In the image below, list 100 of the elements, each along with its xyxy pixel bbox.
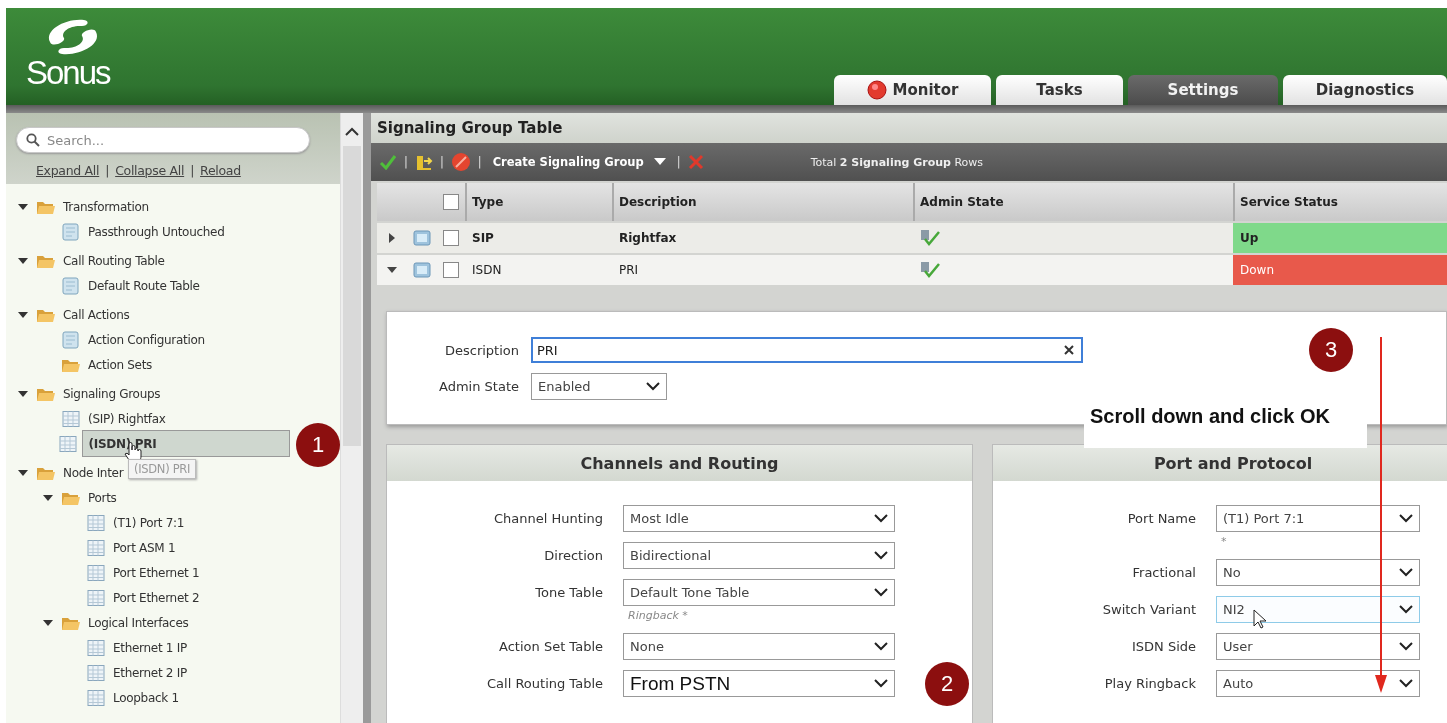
link[interactable]: Collapse All bbox=[115, 163, 185, 178]
dropdown[interactable]: Bidirectional bbox=[623, 542, 895, 569]
table-icon bbox=[61, 409, 81, 428]
tree-item[interactable]: Port ASM 1 bbox=[110, 539, 179, 556]
field-label: Port Name bbox=[1126, 510, 1196, 528]
dropdown[interactable]: Default Tone Table bbox=[623, 579, 895, 606]
checkbox[interactable] bbox=[443, 194, 459, 210]
text-field[interactable]: PRI bbox=[531, 337, 1083, 363]
row-count: Total 2 Signaling Group Rows bbox=[810, 155, 984, 169]
caret-icon bbox=[653, 158, 666, 166]
field-label: Play Ringback bbox=[1103, 675, 1196, 693]
dropdown[interactable]: Enabled bbox=[531, 373, 667, 400]
expanded-triangle-icon[interactable] bbox=[18, 388, 28, 399]
expanded-triangle-icon[interactable] bbox=[18, 255, 28, 266]
status-cell: Up bbox=[1233, 223, 1447, 253]
tree-item[interactable]: Action Configuration bbox=[85, 331, 208, 348]
tree-item[interactable]: Signaling Groups bbox=[60, 385, 164, 402]
scrollbar[interactable] bbox=[340, 113, 371, 723]
tree-item[interactable]: Ports bbox=[85, 489, 120, 506]
field-label: Description bbox=[443, 342, 519, 358]
table-cell-text: PRI bbox=[618, 262, 640, 279]
folder-arrow-icon[interactable] bbox=[414, 153, 433, 171]
field-label: Admin State bbox=[438, 379, 519, 394]
tree-item[interactable]: (ISDN) PRI bbox=[81, 430, 290, 457]
clear-icon[interactable] bbox=[1064, 345, 1074, 355]
window-icon bbox=[413, 230, 431, 246]
tab[interactable]: Monitor bbox=[834, 75, 991, 105]
table-icon bbox=[57, 434, 78, 453]
server-check-icon bbox=[920, 261, 942, 279]
logo-text: Sonus bbox=[26, 56, 110, 90]
tab[interactable]: Settings bbox=[1128, 75, 1278, 105]
card-title: Channels and Routing bbox=[387, 445, 972, 481]
document-icon bbox=[61, 276, 81, 295]
chevron-down-icon bbox=[874, 588, 888, 597]
dropdown[interactable]: User bbox=[1216, 633, 1420, 660]
dropdown[interactable]: No bbox=[1216, 559, 1420, 586]
dropdown[interactable]: Most Idle bbox=[623, 505, 895, 532]
table-icon bbox=[86, 538, 106, 557]
tree-item[interactable]: Passthrough Untouched bbox=[85, 223, 228, 240]
dropdown[interactable]: From PSTN bbox=[623, 670, 895, 697]
tree-item[interactable]: Loopback 1 bbox=[110, 689, 182, 706]
dropdown[interactable]: None bbox=[623, 633, 895, 660]
column-header[interactable]: Admin State bbox=[913, 183, 1233, 221]
no-entry-icon[interactable] bbox=[450, 152, 471, 172]
expanded-triangle-icon[interactable] bbox=[18, 309, 28, 320]
tree-item[interactable]: Default Route Table bbox=[85, 277, 203, 294]
link[interactable]: Expand All bbox=[36, 163, 100, 178]
dropdown[interactable]: Auto bbox=[1216, 670, 1420, 697]
tree-item[interactable]: (SIP) Rightfax bbox=[85, 410, 169, 427]
separator: | bbox=[190, 163, 195, 178]
field-label: Direction bbox=[543, 547, 603, 565]
table-icon bbox=[86, 513, 106, 532]
separator: | bbox=[676, 155, 681, 169]
window-icon bbox=[413, 262, 431, 278]
tree-item[interactable]: Logical Interfaces bbox=[85, 614, 192, 631]
column-header[interactable]: Type bbox=[465, 183, 612, 221]
tooltip: (ISDN) PRI bbox=[128, 459, 197, 479]
tree-item[interactable]: Call Actions bbox=[60, 306, 133, 323]
table-cell-text: Rightfax bbox=[618, 230, 678, 247]
chevron-up-icon[interactable] bbox=[345, 127, 359, 136]
panel-title: Signaling Group Table bbox=[371, 113, 1447, 143]
search-field[interactable]: Search... bbox=[16, 127, 310, 153]
chevron-down-icon bbox=[1399, 679, 1413, 688]
tree-item[interactable]: Call Routing Table bbox=[60, 252, 168, 269]
tree-item[interactable]: Node Inter bbox=[60, 464, 127, 481]
separator: | bbox=[404, 155, 408, 169]
document-icon bbox=[61, 330, 81, 349]
tree-item[interactable]: (T1) Port 7:1 bbox=[110, 514, 188, 531]
table-cell-text: SIP bbox=[471, 230, 495, 247]
tree-item[interactable]: Transformation bbox=[60, 198, 152, 215]
expanded-triangle-icon[interactable] bbox=[18, 201, 28, 212]
column-header[interactable]: Description bbox=[612, 183, 913, 221]
checkmark-icon[interactable] bbox=[379, 154, 397, 170]
expanded-triangle-icon[interactable] bbox=[43, 492, 53, 503]
link[interactable]: Reload bbox=[200, 163, 241, 178]
dropdown[interactable]: (T1) Port 7:1 bbox=[1216, 505, 1420, 532]
tab[interactable]: Diagnostics bbox=[1283, 75, 1447, 105]
column-header[interactable]: Service Status bbox=[1233, 183, 1447, 221]
checkbox[interactable] bbox=[443, 262, 459, 278]
table-icon bbox=[86, 563, 106, 582]
checkbox[interactable] bbox=[443, 230, 459, 246]
expanded-triangle-icon[interactable] bbox=[18, 467, 28, 478]
expanded-triangle-icon[interactable] bbox=[43, 617, 53, 628]
create-dropdown[interactable]: Create Signaling Group bbox=[488, 155, 670, 169]
separator: | bbox=[439, 155, 444, 169]
tree-item[interactable]: Action Sets bbox=[85, 356, 156, 373]
chevron-down-icon bbox=[874, 551, 888, 560]
chevron-down-icon bbox=[646, 382, 660, 391]
collapsed-triangle-icon[interactable] bbox=[387, 233, 397, 243]
step-badge: 1 bbox=[296, 422, 340, 467]
tree-item[interactable]: Port Ethernet 1 bbox=[110, 564, 203, 581]
tree-item[interactable]: Ethernet 2 IP bbox=[110, 664, 190, 681]
tree-item[interactable]: Ethernet 1 IP bbox=[110, 639, 190, 656]
chevron-down-icon bbox=[1399, 605, 1413, 614]
expanded-triangle-icon[interactable] bbox=[387, 265, 397, 275]
field-hint: Ringback * bbox=[627, 608, 689, 622]
table-cell-text: ISDN bbox=[471, 262, 503, 279]
status-dot-icon bbox=[866, 80, 887, 100]
tree-item[interactable]: Port Ethernet 2 bbox=[110, 589, 203, 606]
tab[interactable]: Tasks bbox=[996, 75, 1123, 105]
